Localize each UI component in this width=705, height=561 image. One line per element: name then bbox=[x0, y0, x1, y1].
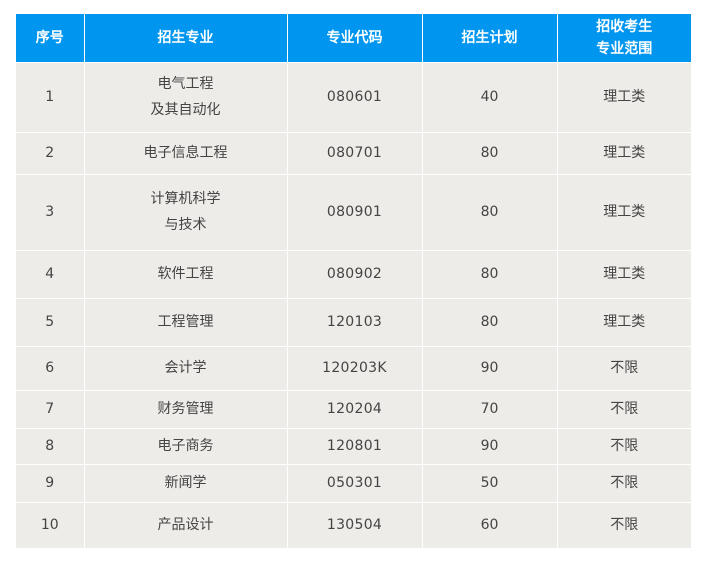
cell-range: 不限 bbox=[557, 428, 691, 465]
cell-major: 计算机科学 与技术 bbox=[84, 174, 288, 251]
cell-plan: 80 bbox=[422, 132, 558, 175]
cell-index: 7 bbox=[16, 390, 85, 429]
cell-major-line1: 电子信息工程 bbox=[143, 145, 228, 161]
header-range-line1: 招收考生 bbox=[596, 18, 653, 35]
table-row: 3 计算机科学 与技术 080901 80 理工类 bbox=[16, 174, 691, 251]
cell-range: 理工类 bbox=[557, 298, 691, 347]
cell-index: 10 bbox=[16, 502, 85, 549]
table-header: 序号 招生专业 专业代码 招生计划 招收考生 专业范围 bbox=[16, 14, 691, 63]
cell-range: 不限 bbox=[557, 464, 691, 503]
cell-major: 会计学 bbox=[84, 346, 288, 391]
cell-code: 080902 bbox=[287, 250, 423, 299]
cell-code: 120204 bbox=[287, 390, 423, 429]
cell-major-line1: 软件工程 bbox=[157, 266, 214, 282]
cell-code: 080901 bbox=[287, 174, 423, 251]
cell-plan: 80 bbox=[422, 250, 558, 299]
cell-code: 080701 bbox=[287, 132, 423, 175]
header-range: 招收考生 专业范围 bbox=[557, 14, 691, 63]
cell-major-line1: 财务管理 bbox=[157, 401, 214, 417]
header-plan: 招生计划 bbox=[422, 14, 558, 63]
cell-code: 130504 bbox=[287, 502, 423, 549]
cell-index: 6 bbox=[16, 346, 85, 391]
table-row: 2 电子信息工程 080701 80 理工类 bbox=[16, 132, 691, 175]
header-index: 序号 bbox=[16, 14, 85, 63]
cell-range: 不限 bbox=[557, 346, 691, 391]
cell-index: 4 bbox=[16, 250, 85, 299]
admission-plan-table: 序号 招生专业 专业代码 招生计划 招收考生 专业范围 1 电气工程 及其自动化 08… bbox=[16, 14, 691, 549]
table-body: 1 电气工程 及其自动化 080601 40 理工类 2 电子信息工程 080701 80 理工类 3… bbox=[16, 62, 691, 549]
table-row: 10 产品设计 130504 60 不限 bbox=[16, 502, 691, 549]
cell-range: 不限 bbox=[557, 390, 691, 429]
cell-plan: 40 bbox=[422, 62, 558, 133]
cell-plan: 60 bbox=[422, 502, 558, 549]
table-row: 8 电子商务 120801 90 不限 bbox=[16, 428, 691, 465]
cell-major-line2: 与技术 bbox=[164, 217, 207, 233]
cell-index: 3 bbox=[16, 174, 85, 251]
cell-major-line1: 计算机科学 bbox=[150, 191, 221, 207]
table-row: 1 电气工程 及其自动化 080601 40 理工类 bbox=[16, 62, 691, 133]
table-row: 5 工程管理 120103 80 理工类 bbox=[16, 298, 691, 347]
cell-range: 理工类 bbox=[557, 62, 691, 133]
cell-range: 不限 bbox=[557, 502, 691, 549]
header-code: 专业代码 bbox=[287, 14, 423, 63]
cell-major: 产品设计 bbox=[84, 502, 288, 549]
cell-code: 080601 bbox=[287, 62, 423, 133]
cell-major: 电气工程 及其自动化 bbox=[84, 62, 288, 133]
cell-major: 财务管理 bbox=[84, 390, 288, 429]
cell-plan: 50 bbox=[422, 464, 558, 503]
cell-plan: 80 bbox=[422, 174, 558, 251]
cell-range: 理工类 bbox=[557, 174, 691, 251]
cell-major-line1: 工程管理 bbox=[157, 314, 214, 330]
cell-major-line1: 会计学 bbox=[164, 360, 207, 376]
cell-index: 1 bbox=[16, 62, 85, 133]
cell-major: 软件工程 bbox=[84, 250, 288, 299]
cell-major-line1: 产品设计 bbox=[157, 517, 214, 533]
header-range-line2: 专业范围 bbox=[596, 40, 653, 57]
cell-major-line1: 新闻学 bbox=[164, 475, 207, 491]
cell-plan: 80 bbox=[422, 298, 558, 347]
cell-index: 5 bbox=[16, 298, 85, 347]
table-row: 4 软件工程 080902 80 理工类 bbox=[16, 250, 691, 299]
cell-range: 理工类 bbox=[557, 250, 691, 299]
cell-major: 电子商务 bbox=[84, 428, 288, 465]
table-row: 6 会计学 120203K 90 不限 bbox=[16, 346, 691, 391]
cell-plan: 90 bbox=[422, 346, 558, 391]
cell-major-line1: 电子商务 bbox=[157, 438, 214, 454]
cell-index: 8 bbox=[16, 428, 85, 465]
header-row: 序号 招生专业 专业代码 招生计划 招收考生 专业范围 bbox=[16, 14, 691, 63]
cell-plan: 70 bbox=[422, 390, 558, 429]
cell-major: 新闻学 bbox=[84, 464, 288, 503]
cell-plan: 90 bbox=[422, 428, 558, 465]
cell-code: 120801 bbox=[287, 428, 423, 465]
table-row: 7 财务管理 120204 70 不限 bbox=[16, 390, 691, 429]
cell-index: 2 bbox=[16, 132, 85, 175]
cell-index: 9 bbox=[16, 464, 85, 503]
cell-range: 理工类 bbox=[557, 132, 691, 175]
cell-major-line1: 电气工程 bbox=[157, 76, 214, 92]
header-major: 招生专业 bbox=[84, 14, 288, 63]
cell-major: 电子信息工程 bbox=[84, 132, 288, 175]
cell-code: 050301 bbox=[287, 464, 423, 503]
cell-major: 工程管理 bbox=[84, 298, 288, 347]
cell-code: 120203K bbox=[287, 346, 423, 391]
cell-major-line2: 及其自动化 bbox=[150, 102, 221, 118]
cell-code: 120103 bbox=[287, 298, 423, 347]
table-row: 9 新闻学 050301 50 不限 bbox=[16, 464, 691, 503]
